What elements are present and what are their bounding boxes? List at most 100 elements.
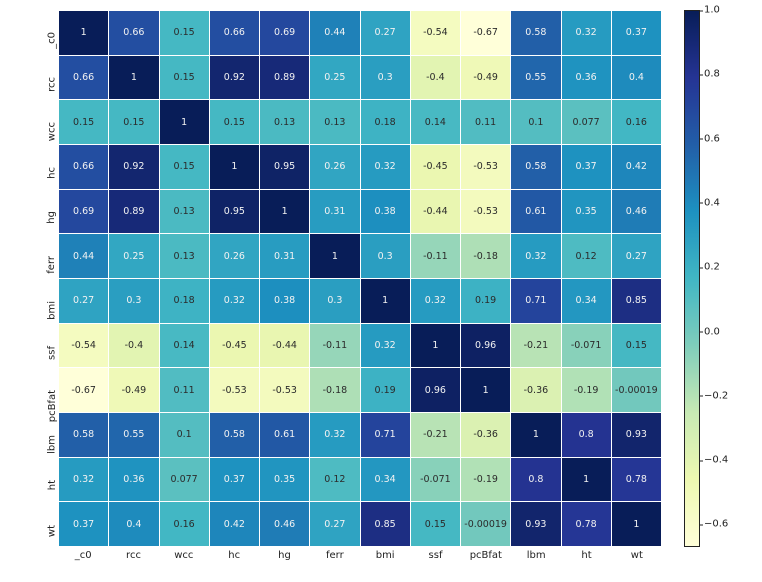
heatmap-cell: 0.11 (461, 100, 511, 145)
heatmap-cell: 0.13 (159, 234, 209, 279)
heatmap-cell: 0.31 (310, 189, 360, 234)
heatmap-cell: -0.54 (410, 11, 460, 56)
heatmap-cell: -0.18 (310, 368, 360, 413)
heatmap-cell: 0.38 (260, 278, 310, 323)
heatmap-cell: 0.077 (159, 457, 209, 502)
heatmap-cell: 0.15 (159, 11, 209, 56)
heatmap-cell: -0.4 (109, 323, 159, 368)
heatmap-cell: 0.32 (360, 144, 410, 189)
heatmap-cell: -0.36 (511, 368, 561, 413)
heatmap-cell: -0.18 (461, 234, 511, 279)
heatmap-cell: -0.44 (260, 323, 310, 368)
y-tick-label: wcc (47, 122, 58, 141)
heatmap-cell: 0.42 (209, 502, 259, 547)
heatmap-cell: 0.95 (209, 189, 259, 234)
x-tick-label: hg (278, 550, 291, 561)
heatmap-cell: 0.11 (159, 368, 209, 413)
y-tick-label: ferr (47, 256, 58, 274)
y-tick-label: ht (47, 480, 58, 490)
x-tick-label: wcc (174, 550, 193, 561)
y-tick-label: wt (47, 525, 58, 537)
heatmap-cell: 0.16 (159, 502, 209, 547)
heatmap-grid: 10.660.150.660.690.440.27-0.54-0.670.580… (58, 10, 662, 547)
heatmap-cell: 0.3 (360, 55, 410, 100)
heatmap-cell: 0.13 (260, 100, 310, 145)
heatmap-cell: 1 (209, 144, 259, 189)
heatmap-cell: 0.61 (260, 412, 310, 457)
heatmap-cell: -0.19 (461, 457, 511, 502)
heatmap-cell: 0.15 (410, 502, 460, 547)
heatmap-cell: 0.55 (109, 412, 159, 457)
heatmap-cell: -0.19 (561, 368, 611, 413)
x-tick-label: rcc (126, 550, 141, 561)
heatmap-cell: -0.00019 (461, 502, 511, 547)
heatmap-cell: -0.67 (59, 368, 109, 413)
heatmap-cell: -0.21 (410, 412, 460, 457)
heatmap-cell: -0.67 (461, 11, 511, 56)
heatmap-cell: -0.54 (59, 323, 109, 368)
heatmap-cell: 0.32 (410, 278, 460, 323)
y-tick-label: ssf (47, 346, 58, 360)
heatmap-cell: 0.15 (209, 100, 259, 145)
x-tick-label: ht (581, 550, 591, 561)
heatmap-cell: 0.66 (59, 55, 109, 100)
heatmap-cell: 0.36 (561, 55, 611, 100)
colorbar-tick-label: 0.2 (704, 262, 720, 273)
x-tick-label: _c0 (75, 550, 92, 561)
heatmap-cell: 1 (410, 323, 460, 368)
colorbar-tick-label: 1.0 (704, 5, 720, 16)
heatmap-cell: 0.15 (611, 323, 661, 368)
colorbar-tick-label: −0.6 (704, 519, 728, 530)
heatmap-cell: 0.37 (561, 144, 611, 189)
y-tick-label: pcBfat (47, 390, 58, 422)
heatmap-cell: 0.3 (360, 234, 410, 279)
heatmap-cell: 0.18 (159, 278, 209, 323)
heatmap-cell: -0.45 (410, 144, 460, 189)
heatmap-cell: 0.95 (260, 144, 310, 189)
heatmap-cell: 0.32 (59, 457, 109, 502)
heatmap-cell: 0.32 (561, 11, 611, 56)
heatmap-cell: -0.11 (310, 323, 360, 368)
heatmap-cell: 0.14 (159, 323, 209, 368)
heatmap-cell: 1 (59, 11, 109, 56)
colorbar (684, 10, 700, 547)
heatmap-table: 10.660.150.660.690.440.27-0.54-0.670.580… (58, 10, 662, 547)
heatmap-cell: 0.36 (109, 457, 159, 502)
heatmap-cell: 0.19 (360, 368, 410, 413)
heatmap-cell: 0.78 (561, 502, 611, 547)
correlation-heatmap-figure: 10.660.150.660.690.440.27-0.54-0.670.580… (0, 0, 762, 582)
heatmap-cell: 0.89 (109, 189, 159, 234)
heatmap-cell: 0.44 (59, 234, 109, 279)
heatmap-cell: 0.44 (310, 11, 360, 56)
heatmap-cell: 0.34 (561, 278, 611, 323)
y-tick-label: _c0 (47, 32, 58, 49)
heatmap-cell: 0.92 (209, 55, 259, 100)
heatmap-cell: 0.14 (410, 100, 460, 145)
heatmap-cell: 0.1 (511, 100, 561, 145)
heatmap-cell: -0.071 (561, 323, 611, 368)
y-tick-label: rcc (47, 77, 58, 92)
heatmap-cell: 0.85 (360, 502, 410, 547)
y-axis-labels: _c0rccwcchchgferrbmissfpcBfatlbmhtwt (0, 10, 56, 547)
colorbar-tick-label: 0.8 (704, 69, 720, 80)
heatmap-cell: 0.27 (59, 278, 109, 323)
heatmap-cell: 0.4 (109, 502, 159, 547)
heatmap-cell: 0.32 (511, 234, 561, 279)
colorbar-tick-label: 0.6 (704, 133, 720, 144)
heatmap-cell: 0.34 (360, 457, 410, 502)
heatmap-cell: -0.53 (461, 189, 511, 234)
y-tick-label: hg (47, 211, 58, 224)
x-tick-label: ssf (429, 550, 443, 561)
heatmap-cell: -0.00019 (611, 368, 661, 413)
heatmap-cell: 0.15 (59, 100, 109, 145)
heatmap-cell: 0.71 (360, 412, 410, 457)
y-tick-label: bmi (47, 301, 58, 320)
heatmap-cell: 0.92 (109, 144, 159, 189)
heatmap-cell: 0.13 (159, 189, 209, 234)
heatmap-cell: 1 (511, 412, 561, 457)
heatmap-cell: 1 (310, 234, 360, 279)
colorbar-tick-label: 0.0 (704, 326, 720, 337)
heatmap-cell: -0.49 (109, 368, 159, 413)
heatmap-cell: 0.66 (109, 11, 159, 56)
heatmap-cell: 1 (611, 502, 661, 547)
